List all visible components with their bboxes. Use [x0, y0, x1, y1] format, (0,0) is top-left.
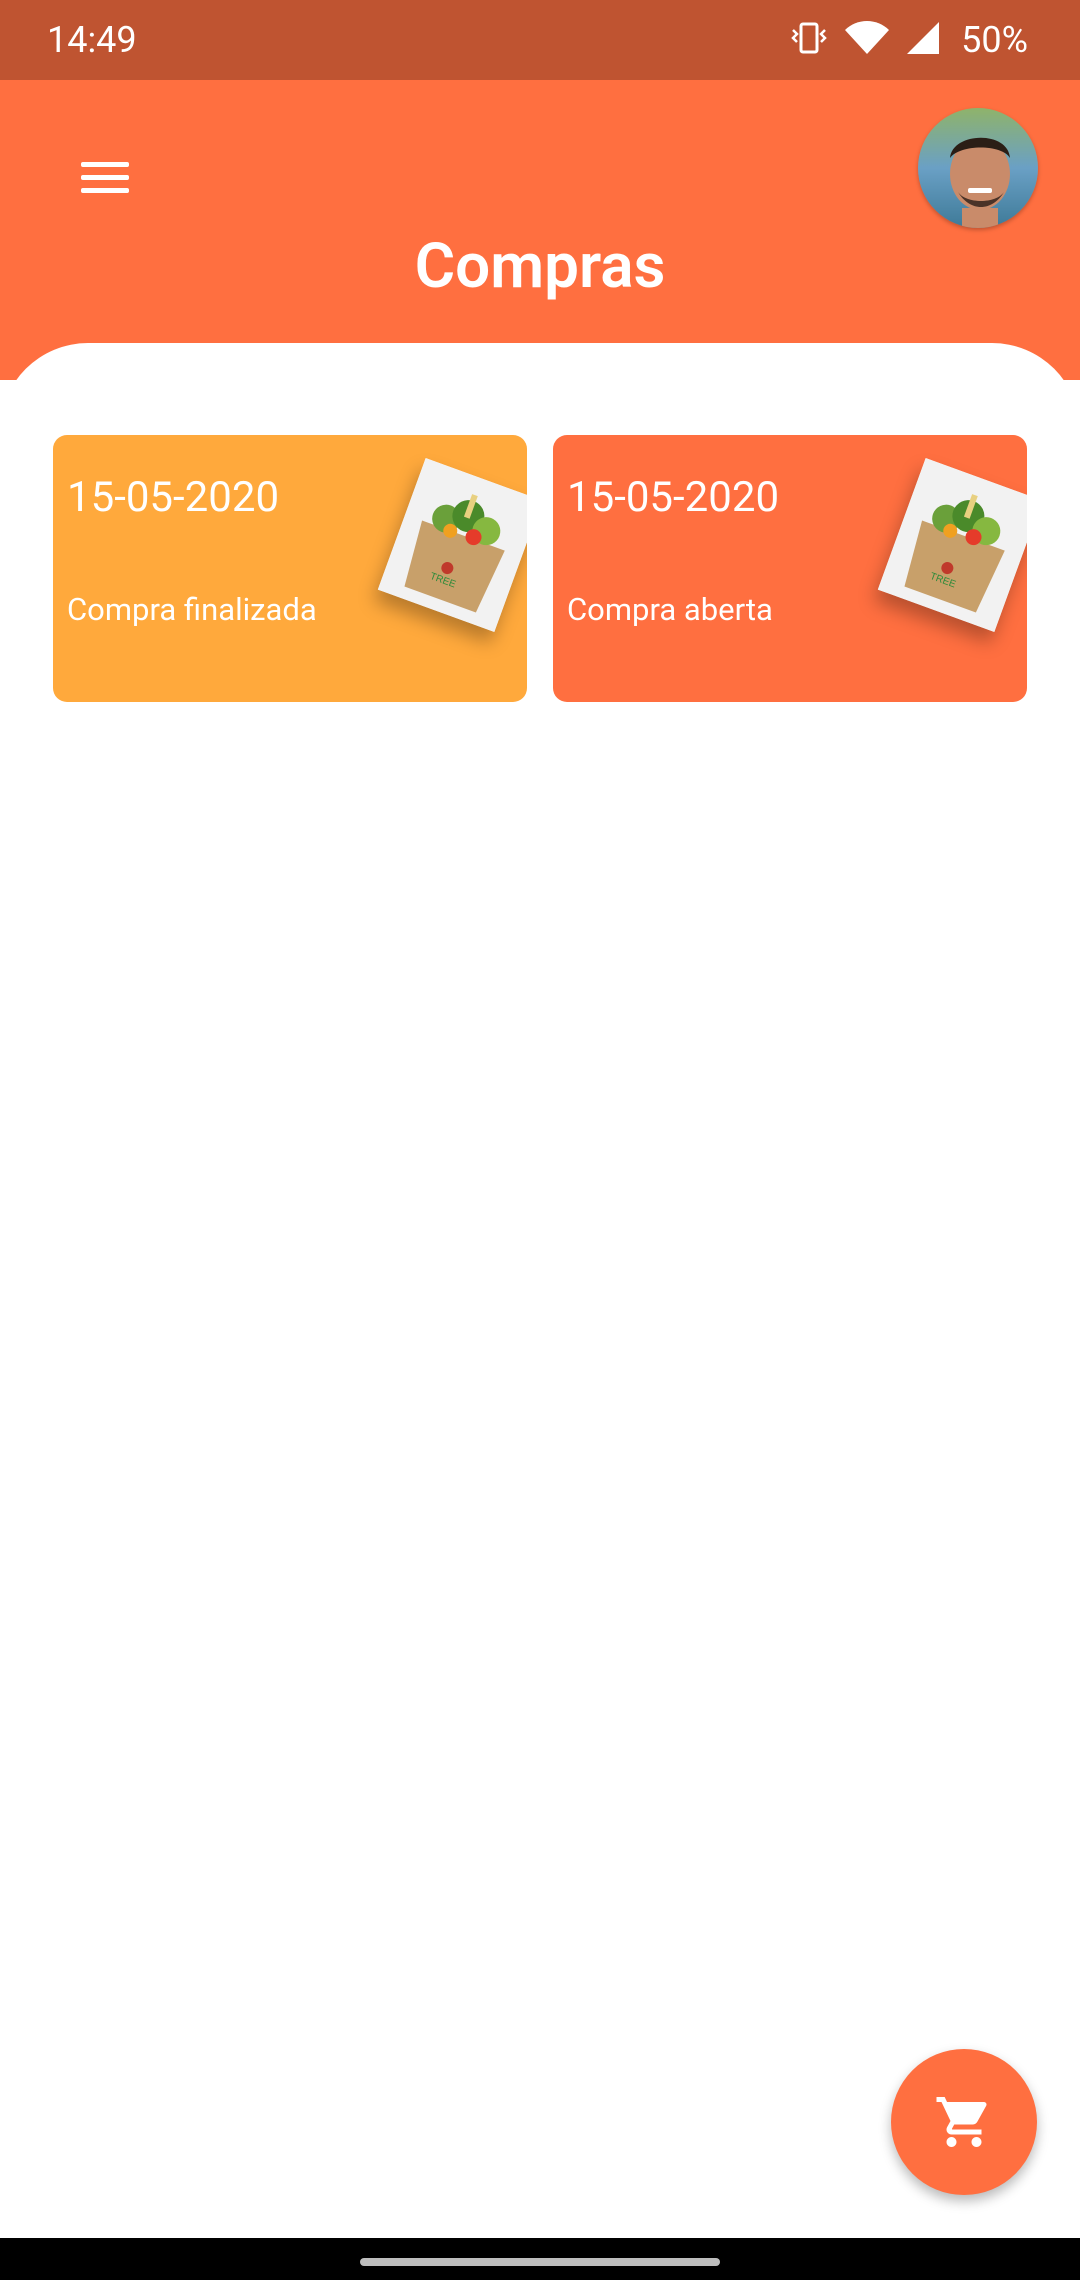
purchase-date: 15-05-2020 — [567, 473, 780, 522]
status-bar: 14:49 50% — [0, 0, 1080, 80]
purchase-date: 15-05-2020 — [67, 473, 280, 522]
page-title: Compras — [414, 230, 666, 303]
status-time: 14:49 — [47, 19, 137, 61]
shopping-cart-icon — [936, 2097, 987, 2147]
menu-icon — [81, 162, 129, 193]
purchase-status: Compra finalizada — [67, 591, 317, 628]
grocery-bag-image: TREE — [877, 458, 1027, 632]
purchase-status: Compra aberta — [567, 591, 773, 628]
status-icons: 50% — [789, 14, 1028, 66]
menu-button[interactable] — [60, 133, 150, 223]
vibrate-icon — [789, 20, 829, 60]
purchase-card-open[interactable]: TREE 15-05-2020 Compra aberta — [553, 435, 1027, 702]
wifi-icon — [843, 20, 891, 60]
avatar[interactable] — [918, 108, 1038, 228]
add-purchase-button[interactable] — [891, 2049, 1037, 2195]
signal-icon — [905, 20, 941, 60]
grocery-bag-image: TREE — [377, 458, 527, 632]
battery-percent: 50% — [961, 19, 1028, 61]
app-header: Compras — [0, 80, 1080, 380]
home-indicator[interactable] — [360, 2258, 720, 2266]
purchase-card-finished[interactable]: TREE 15-05-2020 Compra finalizada — [53, 435, 527, 702]
